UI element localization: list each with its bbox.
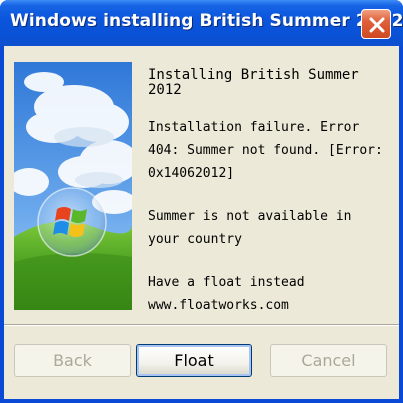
cancel-button[interactable]: Cancel: [270, 344, 387, 377]
availability-text: Summer is not available in your country: [148, 209, 352, 247]
message-area: Installing British Summer 2012 Installat…: [148, 68, 388, 337]
dialog-body: Installing British Summer 2012 Installat…: [4, 46, 399, 399]
installer-dialog: Windows installing British Summer 2012 I…: [0, 0, 403, 403]
float-button[interactable]: Float: [136, 344, 252, 377]
windows-logo-icon: [37, 187, 107, 257]
error-text: Installation failure. Error 404: Summer …: [148, 120, 383, 181]
window-title: Windows installing British Summer 2012: [10, 11, 403, 31]
button-divider: [4, 324, 399, 326]
back-button[interactable]: Back: [14, 344, 131, 377]
install-heading: Installing British Summer 2012: [148, 67, 359, 98]
wizard-side-image: [14, 62, 132, 310]
close-button[interactable]: [361, 9, 391, 39]
window-frame-bottom: [0, 399, 403, 403]
title-bar[interactable]: Windows installing British Summer 2012: [0, 0, 403, 46]
suggestion-text: Have a float instead www.floatworks.com: [148, 275, 305, 313]
close-icon: [369, 17, 385, 33]
